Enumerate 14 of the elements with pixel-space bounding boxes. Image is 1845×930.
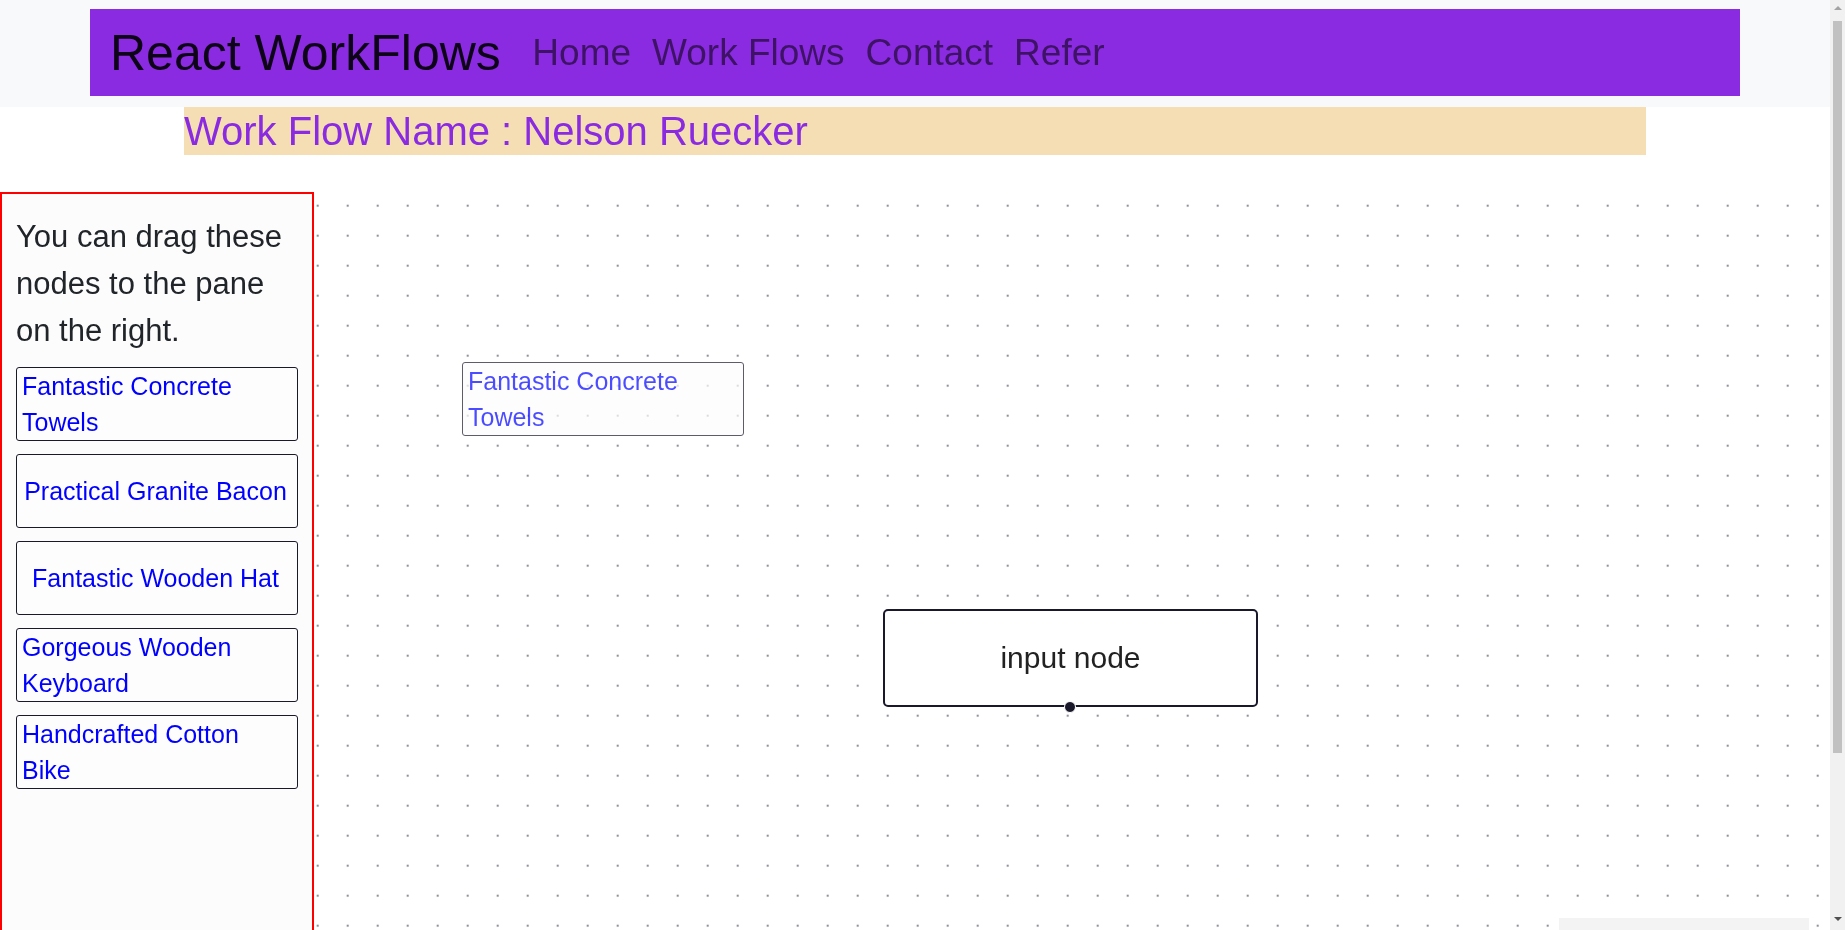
- draggable-node[interactable]: Fantastic Wooden Hat: [16, 541, 298, 615]
- scrollbar[interactable]: [1830, 0, 1845, 930]
- draggable-node[interactable]: Gorgeous Wooden Keyboard: [16, 628, 298, 702]
- scroll-up-icon[interactable]: [1833, 6, 1842, 10]
- draggable-node[interactable]: Handcrafted Cotton Bike: [16, 715, 298, 789]
- workflow-title: Work Flow Name : Nelson Ruecker: [184, 107, 1646, 155]
- input-node[interactable]: input node: [883, 609, 1258, 707]
- node-label: input node: [1000, 640, 1141, 676]
- scroll-down-icon[interactable]: [1833, 917, 1842, 921]
- draggable-node[interactable]: Fantastic Concrete Towels: [16, 367, 298, 441]
- sidebar-description: You can drag these nodes to the pane on the right.: [16, 218, 283, 350]
- scrollbar-thumb[interactable]: [1833, 21, 1842, 753]
- draggable-node[interactable]: Practical Granite Bacon: [16, 454, 298, 528]
- flow-node[interactable]: Fantastic Concrete Towels: [462, 362, 744, 436]
